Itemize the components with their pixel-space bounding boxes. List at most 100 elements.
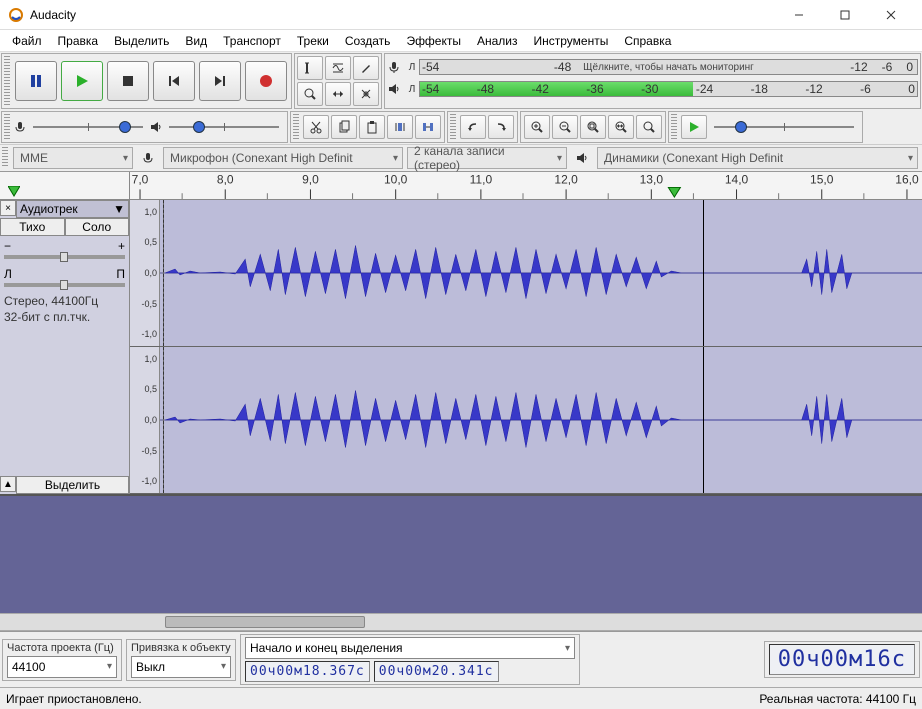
play-speed-button[interactable]	[681, 115, 707, 139]
menu-generate[interactable]: Создать	[337, 32, 399, 50]
pan-slider[interactable]	[4, 283, 125, 287]
menu-edit[interactable]: Правка	[50, 32, 107, 50]
mic-icon	[387, 60, 405, 74]
play-cursor	[703, 200, 704, 346]
menu-view[interactable]: Вид	[177, 32, 215, 50]
selection-tool[interactable]	[297, 56, 323, 80]
vertical-scale[interactable]: 1,0 0,5 0,0 -0,5 -1,0	[130, 347, 160, 493]
silence-button[interactable]	[415, 115, 441, 139]
device-toolbar: MME Микрофон (Conexant High Definit 2 ка…	[0, 144, 922, 171]
grip[interactable]	[671, 114, 677, 140]
menu-transport[interactable]: Транспорт	[215, 32, 289, 50]
paste-button[interactable]	[359, 115, 385, 139]
fit-selection-button[interactable]	[580, 115, 606, 139]
trim-button[interactable]	[387, 115, 413, 139]
timeshift-tool[interactable]	[325, 82, 351, 106]
selection-end-field[interactable]: 00ч00м20.341с	[374, 661, 499, 682]
snap-select[interactable]: Выкл	[131, 656, 231, 678]
vertical-scale[interactable]: 1,0 0,5 0,0 -0,5 -1,0	[130, 200, 160, 346]
skip-end-button[interactable]	[199, 61, 241, 101]
zoom-out-button[interactable]	[552, 115, 578, 139]
multi-tool[interactable]	[353, 82, 379, 106]
svg-text:11,0: 11,0	[470, 173, 493, 187]
audio-position-display[interactable]: 00ч00м16с	[769, 644, 915, 675]
grip[interactable]	[4, 114, 10, 140]
undo-toolbar	[447, 111, 518, 143]
play-ch-l: Л	[405, 84, 419, 95]
svg-text:8,0: 8,0	[217, 173, 234, 187]
waveform-right[interactable]: 1,0 0,5 0,0 -0,5 -1,0	[130, 347, 922, 494]
svg-text:16,0: 16,0	[895, 173, 919, 187]
cut-button[interactable]	[303, 115, 329, 139]
minimize-button[interactable]	[776, 0, 822, 30]
timeline-ruler[interactable]: 7,08,09,010,011,012,013,014,015,016,0	[0, 172, 922, 200]
empty-track-area[interactable]	[0, 496, 922, 613]
menu-tracks[interactable]: Треки	[289, 32, 337, 50]
playback-device-select[interactable]: Динамики (Conexant High Definit	[597, 147, 918, 169]
solo-button[interactable]: Соло	[65, 218, 130, 236]
play-meter-track[interactable]: -54 -48 -42 -36 -30 -24 -18 -12 -6 0	[419, 81, 918, 97]
horizontal-scrollbar[interactable]	[0, 613, 922, 631]
mute-button[interactable]: Тихо	[0, 218, 65, 236]
toolbar-area: Л -54-48 Щёлкните, чтобы начать монитори…	[0, 52, 922, 172]
record-button[interactable]	[245, 61, 287, 101]
project-rate-select[interactable]: 44100	[7, 656, 117, 678]
menu-bar: Файл Правка Выделить Вид Транспорт Треки…	[0, 30, 922, 52]
envelope-tool[interactable]	[325, 56, 351, 80]
zoom-tool[interactable]	[297, 82, 323, 106]
skip-start-button[interactable]	[153, 61, 195, 101]
zoom-in-button[interactable]	[524, 115, 550, 139]
menu-file[interactable]: Файл	[4, 32, 50, 50]
grip[interactable]	[2, 147, 8, 167]
stop-button[interactable]	[107, 61, 149, 101]
speaker-icon	[571, 147, 593, 169]
draw-tool[interactable]	[353, 56, 379, 80]
zoom-toggle-button[interactable]	[636, 115, 662, 139]
copy-button[interactable]	[331, 115, 357, 139]
tracks-panel: × Аудиотрек▼ Тихо Соло −+ ЛП Стерео, 441…	[0, 200, 922, 613]
undo-button[interactable]	[460, 115, 486, 139]
audio-host-select[interactable]: MME	[13, 147, 133, 169]
clip-start-line	[163, 347, 164, 493]
recording-channels-select[interactable]: 2 канала записи (стерео)	[407, 147, 567, 169]
gain-slider[interactable]	[4, 255, 125, 259]
track-collapse-button[interactable]: ▲	[0, 476, 16, 492]
tools-toolbar	[294, 53, 382, 109]
svg-text:15,0: 15,0	[810, 173, 834, 187]
grip[interactable]	[4, 56, 10, 106]
speaker-icon	[387, 82, 405, 96]
svg-text:14,0: 14,0	[725, 173, 749, 187]
track-close-button[interactable]: ×	[0, 200, 16, 216]
window-title: Audacity	[30, 8, 776, 22]
selection-toolbar: Частота проекта (Гц) 44100 Привязка к об…	[0, 631, 922, 687]
selection-start-field[interactable]: 00ч00м18.367с	[245, 661, 370, 682]
menu-effects[interactable]: Эффекты	[398, 32, 469, 50]
speaker-icon	[149, 120, 163, 134]
track-menu-button[interactable]: Аудиотрек▼	[16, 200, 129, 218]
selection-mode-select[interactable]: Начало и конец выделения	[245, 637, 575, 659]
menu-tools[interactable]: Инструменты	[526, 32, 617, 50]
playback-volume-slider[interactable]	[169, 119, 279, 135]
redo-button[interactable]	[488, 115, 514, 139]
waveform-left[interactable]: 1,0 0,5 0,0 -0,5 -1,0	[130, 200, 922, 347]
recording-device-select[interactable]: Микрофон (Conexant High Definit	[163, 147, 403, 169]
play-button[interactable]	[61, 61, 103, 101]
recording-volume-slider[interactable]	[33, 119, 143, 135]
menu-select[interactable]: Выделить	[106, 32, 177, 50]
grip[interactable]	[450, 114, 456, 140]
menu-analyze[interactable]: Анализ	[469, 32, 526, 50]
grip[interactable]	[293, 114, 299, 140]
maximize-button[interactable]	[822, 0, 868, 30]
pause-button[interactable]	[15, 61, 57, 101]
close-button[interactable]	[868, 0, 914, 30]
rec-meter-track[interactable]: -54-48 Щёлкните, чтобы начать мониторинг…	[419, 59, 918, 75]
menu-help[interactable]: Справка	[616, 32, 679, 50]
actual-r-rate: Реальная частота: 44100 Гц	[759, 692, 916, 706]
quickplay-start-icon[interactable]	[8, 186, 20, 198]
play-speed-slider[interactable]	[714, 119, 854, 135]
recording-meter: Л -54-48 Щёлкните, чтобы начать монитори…	[384, 53, 921, 109]
app-icon	[8, 7, 24, 23]
svg-text:7,0: 7,0	[132, 173, 149, 187]
track-select-button[interactable]: Выделить	[16, 476, 129, 494]
fit-project-button[interactable]	[608, 115, 634, 139]
